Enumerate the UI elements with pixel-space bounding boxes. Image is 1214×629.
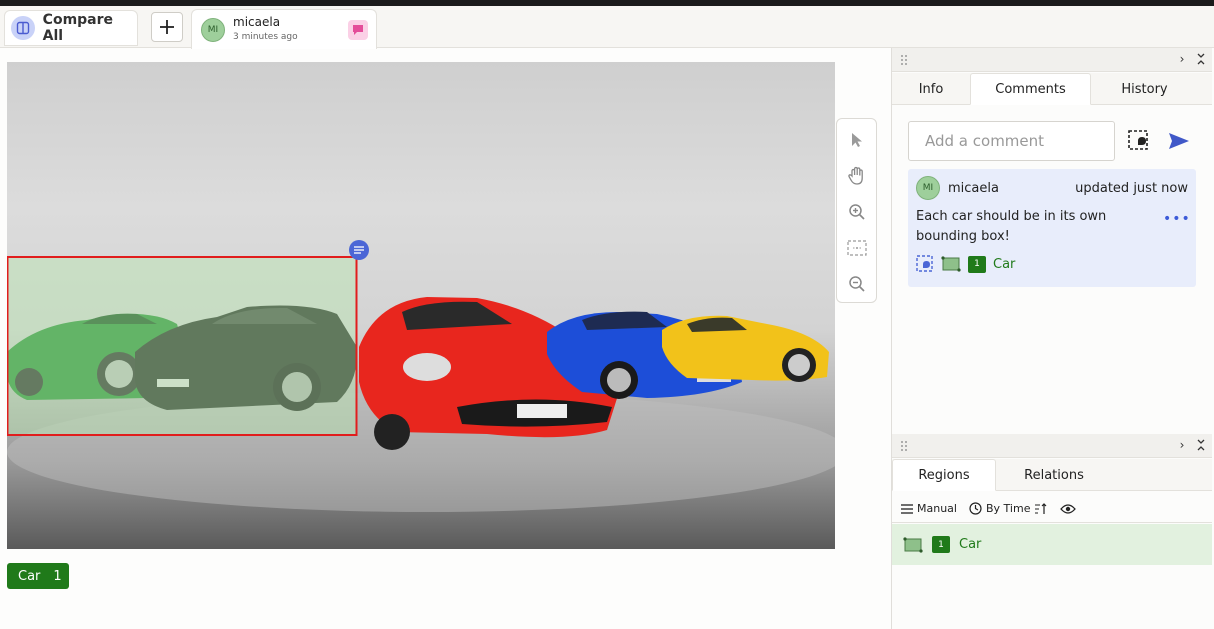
annotation-time: 3 minutes ago (233, 32, 298, 42)
chevron-right-icon[interactable]: › (1175, 438, 1189, 452)
list-icon (901, 503, 913, 514)
image-canvas[interactable] (7, 62, 835, 549)
sort-order-icon[interactable] (1034, 502, 1048, 515)
region-comment-marker[interactable] (349, 240, 369, 260)
side-panel: › Info Comments History Add a comment MI… (891, 48, 1214, 629)
region-index-badge: 1 (932, 536, 950, 553)
zoom-in-tool[interactable] (845, 199, 869, 224)
hand-icon (847, 166, 863, 185)
yellow-car (662, 315, 829, 382)
canvas-toolbar (836, 118, 877, 303)
tab-history[interactable]: History (1091, 73, 1198, 105)
compare-all-button[interactable]: Compare All (4, 10, 138, 46)
comment-time: updated just now (1075, 181, 1188, 196)
tab-relations[interactable]: Relations (996, 459, 1112, 491)
regions-panel-header: › (892, 434, 1212, 458)
regions-sortbar: Manual By Time (892, 495, 1212, 523)
label-chip-count: 1 (53, 568, 62, 584)
region-bounding-box[interactable] (7, 256, 358, 436)
region-index-badge: 1 (968, 255, 986, 273)
sort-by-time-label: By Time (985, 502, 1031, 515)
tab-comments[interactable]: Comments (970, 73, 1091, 105)
drag-handle-icon[interactable] (900, 440, 910, 452)
attach-region-icon[interactable] (1128, 130, 1152, 152)
fit-tool[interactable] (845, 235, 869, 260)
clock-icon (969, 502, 982, 515)
sort-by-time-button[interactable]: By Time (969, 502, 1048, 515)
zoom-in-icon (848, 203, 865, 220)
annotation-tabbar: Compare All MI micaela 3 minutes ago (0, 6, 1214, 49)
tab-info[interactable]: Info (892, 73, 970, 105)
region-link-icon (916, 255, 933, 272)
comment-author: micaela (948, 181, 999, 196)
region-label: Car (959, 537, 982, 552)
avatar: MI (916, 176, 940, 200)
eye-icon[interactable] (1060, 503, 1077, 515)
add-annotation-button[interactable] (151, 12, 183, 42)
compare-icon (11, 16, 35, 40)
side-panel-tabs: Info Comments History (892, 73, 1212, 105)
fit-icon (846, 239, 867, 256)
zoom-out-icon (848, 275, 865, 292)
region-shape-icon (941, 256, 961, 272)
comment-input[interactable]: Add a comment (908, 121, 1115, 161)
comments-panel-header: › (892, 48, 1212, 72)
label-chip-text: Car (18, 568, 41, 584)
region-list-item[interactable]: 1 Car (892, 524, 1212, 565)
sort-manual-button[interactable]: Manual (901, 502, 957, 515)
annotation-tab[interactable]: MI micaela 3 minutes ago (191, 9, 377, 49)
comment-text: Each car should be in its own bounding b… (916, 209, 1107, 244)
pan-tool[interactable] (845, 163, 869, 188)
send-icon[interactable] (1168, 132, 1190, 150)
chevron-right-icon[interactable]: › (1175, 52, 1189, 66)
comment-card: MI micaela updated just now Each car sho… (908, 169, 1196, 287)
pointer-tool[interactable] (845, 127, 869, 152)
sort-manual-label: Manual (917, 502, 957, 515)
collapse-icon[interactable] (1194, 438, 1208, 452)
compare-all-label: Compare All (42, 12, 114, 44)
region-shape-icon (903, 536, 923, 553)
pointer-icon (851, 132, 862, 147)
cars-image (7, 240, 835, 512)
comment-region-link[interactable]: 1 Car (916, 255, 1015, 273)
more-options-icon[interactable]: ••• (1163, 211, 1191, 227)
regions-tabs: Regions Relations (892, 459, 1212, 491)
annotation-user: micaela (233, 15, 281, 29)
tab-regions[interactable]: Regions (892, 459, 996, 491)
zoom-out-tool[interactable] (845, 271, 869, 296)
label-chip-car[interactable]: Car 1 (7, 563, 69, 589)
avatar: MI (201, 18, 225, 42)
comment-badge-icon (348, 20, 368, 40)
collapse-icon[interactable] (1194, 52, 1208, 66)
region-label: Car (993, 256, 1016, 272)
plus-icon (160, 20, 174, 34)
drag-handle-icon[interactable] (900, 54, 910, 66)
